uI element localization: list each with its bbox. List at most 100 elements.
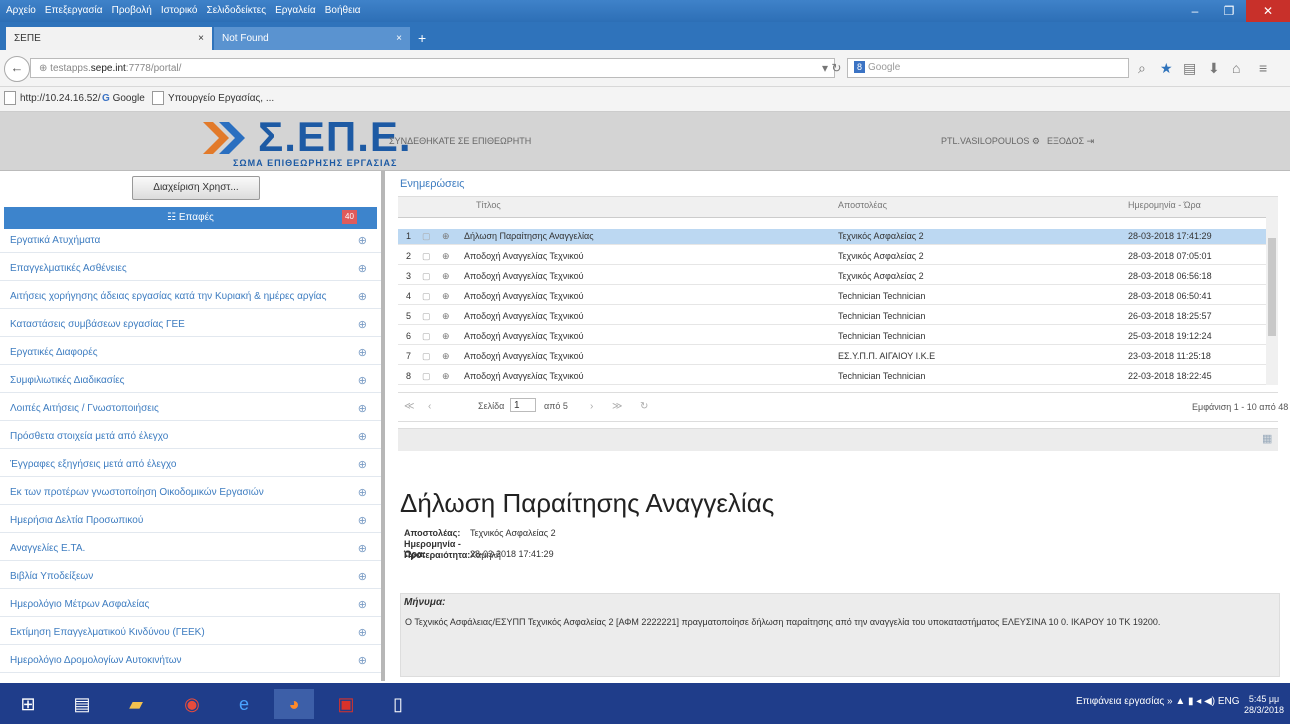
search-icon[interactable]: ⌕ bbox=[1138, 60, 1146, 76]
firefox-icon[interactable]: ◕ bbox=[274, 689, 314, 719]
row-checkbox[interactable]: ▢ bbox=[422, 231, 431, 242]
menu-bookmarks[interactable]: Σελιδοδείκτες bbox=[207, 0, 266, 22]
sidebar-item[interactable]: Καταστάσεις συμβάσεων εργασίας ΓΕΕ ⊕ bbox=[0, 314, 381, 337]
menu-help[interactable]: Βοήθεια bbox=[325, 0, 361, 22]
column-date[interactable]: Ημερομηνία - Ώρα bbox=[1128, 200, 1201, 210]
table-row[interactable]: 3 ▢ ⊕ Αποδοχή Αναγγελίας Τεχνικού Τεχνικός Α… bbox=[398, 269, 1266, 285]
tray-icons: » ▲ ▮ ◂ ◀) bbox=[1164, 696, 1218, 707]
sidebar-item[interactable]: Έγγραφες εξηγήσεις μετά από έλεγχο ⊕ bbox=[0, 454, 381, 477]
row-checkbox[interactable]: ▢ bbox=[422, 371, 431, 382]
reload-icon[interactable]: ▾ ↻ bbox=[822, 58, 841, 78]
sidebar-item[interactable]: Βιβλία Υποδείξεων ⊕ bbox=[0, 566, 381, 589]
row-number: 1 bbox=[406, 231, 412, 241]
row-checkbox[interactable]: ▢ bbox=[422, 291, 431, 302]
menu-file[interactable]: Αρχείο bbox=[6, 0, 36, 22]
user-menu[interactable]: PTL.VASILOPOULOS ⚙ bbox=[941, 136, 1040, 147]
sidebar-item[interactable]: Αναγγελίες Ε.ΤΑ. ⊕ bbox=[0, 538, 381, 561]
detail-toolbar bbox=[398, 428, 1278, 451]
menu-icon[interactable]: ≡ bbox=[1259, 60, 1267, 76]
sidebar-item-icon: ⊕ bbox=[357, 459, 367, 471]
minimize-button[interactable]: – bbox=[1178, 0, 1212, 22]
sidebar-item[interactable]: Ημερήσια Δελτία Προσωπικού ⊕ bbox=[0, 510, 381, 533]
sidebar-item-label: Αναγγελίες Ε.ΤΑ. bbox=[10, 543, 86, 554]
chrome-icon[interactable]: ◉ bbox=[172, 689, 212, 719]
sidebar-item[interactable]: Εργατικές Διαφορές ⊕ bbox=[0, 342, 381, 365]
row-date: 22-03-2018 18:22:45 bbox=[1128, 371, 1212, 381]
bookmark-label: http://10.24.16.52/ bbox=[20, 93, 101, 104]
clock[interactable]: 5:45 μμ 28/3/2018 bbox=[1244, 694, 1284, 716]
user-management-button[interactable]: Διαχείριση Χρηστ... bbox=[132, 176, 260, 200]
last-page-button[interactable]: ≫ bbox=[612, 401, 622, 412]
sidebar-item[interactable]: Λοιπές Αιτήσεις / Γνωστοποιήσεις ⊕ bbox=[0, 398, 381, 421]
reading-list-icon[interactable]: ▤ bbox=[1183, 60, 1196, 76]
sidebar-item[interactable]: Αιτήσεις χορήγησης άδειας εργασίας κατά … bbox=[0, 286, 381, 309]
prev-page-button[interactable]: ‹ bbox=[428, 401, 431, 412]
bookmark-ministry[interactable]: Υπουργείο Εργασίας, ... bbox=[152, 91, 274, 107]
sidebar-item[interactable]: Συμφιλιωτικές Διαδικασίες ⊕ bbox=[0, 370, 381, 393]
row-date: 28-03-2018 07:05:01 bbox=[1128, 251, 1212, 261]
sidebar-item[interactable]: Ημερολόγιο Μέτρων Ασφαλείας ⊕ bbox=[0, 594, 381, 617]
document-icon[interactable]: ▯ bbox=[378, 689, 418, 719]
windows-start-icon[interactable]: ⊞ bbox=[8, 689, 48, 719]
tab-title: ΣΕΠΕ bbox=[14, 33, 41, 44]
table-row[interactable]: 8 ▢ ⊕ Αποδοχή Αναγγελίας Τεχνικού Technician… bbox=[398, 369, 1266, 385]
sidebar-item[interactable]: Εκ των προτέρων γνωστοποίηση Οικοδομικών… bbox=[0, 482, 381, 505]
table-row[interactable]: 1 ▢ ⊕ Δήλωση Παραίτησης Αναγγελίας Τεχνικός … bbox=[398, 229, 1266, 245]
row-title: Αποδοχή Αναγγελίας Τεχνικού bbox=[464, 291, 584, 301]
file-explorer-icon[interactable]: ▤ bbox=[62, 689, 102, 719]
table-row[interactable]: 2 ▢ ⊕ Αποδοχή Αναγγελίας Τεχνικού Τεχνικός Α… bbox=[398, 249, 1266, 265]
refresh-icon[interactable]: ↻ bbox=[640, 401, 648, 412]
column-sender[interactable]: Αποστολέας bbox=[838, 200, 887, 210]
sidebar-item[interactable]: Επαγγελματικές Ασθένειες ⊕ bbox=[0, 258, 381, 281]
tab-close-icon[interactable]: × bbox=[396, 27, 402, 50]
menu-history[interactable]: Ιστορικό bbox=[161, 0, 198, 22]
table-row[interactable]: 5 ▢ ⊕ Αποδοχή Αναγγελίας Τεχνικού Technician… bbox=[398, 309, 1266, 325]
row-checkbox[interactable]: ▢ bbox=[422, 271, 431, 282]
maximize-button[interactable]: ❐ bbox=[1212, 0, 1246, 22]
search-input[interactable]: 8 Google bbox=[847, 58, 1129, 78]
message-icon: ⊕ bbox=[442, 271, 450, 281]
sidebar-item[interactable]: Εκτίμηση Επαγγελματικού Κινδύνου (ΓΕΕΚ) ⊕ bbox=[0, 622, 381, 645]
print-icon[interactable]: ▦ bbox=[1262, 432, 1272, 445]
sidebar-header[interactable]: ☷ Επαφές bbox=[4, 207, 377, 229]
folder-icon[interactable]: ▰ bbox=[116, 689, 156, 719]
app-icon[interactable]: ▣ bbox=[326, 689, 366, 719]
bookmark-google[interactable]: G Google bbox=[102, 91, 145, 107]
column-title[interactable]: Τίτλος bbox=[476, 200, 501, 210]
internet-explorer-icon[interactable]: e bbox=[224, 689, 264, 719]
logout-button[interactable]: ΕΞΟΔΟΣ ⇥ bbox=[1047, 136, 1094, 147]
first-page-button[interactable]: ≪ bbox=[404, 401, 414, 412]
table-row[interactable]: 4 ▢ ⊕ Αποδοχή Αναγγελίας Τεχνικού Technician… bbox=[398, 289, 1266, 305]
table-row[interactable]: 6 ▢ ⊕ Αποδοχή Αναγγελίας Τεχνικού Technician… bbox=[398, 329, 1266, 345]
tab-close-icon[interactable]: × bbox=[198, 27, 204, 50]
table-row[interactable]: 7 ▢ ⊕ Αποδοχή Αναγγελίας Τεχνικού ΕΣ.Υ.Π.Π. … bbox=[398, 349, 1266, 365]
row-checkbox[interactable]: ▢ bbox=[422, 331, 431, 342]
close-window-button[interactable]: ✕ bbox=[1246, 0, 1290, 22]
bookmark-star-icon[interactable]: ★ bbox=[1160, 60, 1173, 76]
row-checkbox[interactable]: ▢ bbox=[422, 311, 431, 322]
row-title: Αποδοχή Αναγγελίας Τεχνικού bbox=[464, 311, 584, 321]
url-bar[interactable]: ⊕ testapps.sepe.int:7778/portal/ bbox=[30, 58, 835, 78]
message-icon: ⊕ bbox=[442, 371, 450, 381]
sidebar-item[interactable]: Πρόσθετα στοιχεία μετά από έλεγχο ⊕ bbox=[0, 426, 381, 449]
grid-scrollbar-thumb[interactable] bbox=[1268, 238, 1276, 336]
menu-view[interactable]: Προβολή bbox=[112, 0, 152, 22]
sidebar-badge: 40 bbox=[342, 210, 357, 224]
sidebar-item[interactable]: Εργατικά Ατυχήματα ⊕ bbox=[0, 230, 381, 253]
menu-edit[interactable]: Επεξεργασία bbox=[45, 0, 103, 22]
bookmark-ip[interactable]: http://10.24.16.52/ bbox=[4, 91, 101, 107]
system-tray[interactable]: Επιφάνεια εργασίας » ▲ ▮ ◂ ◀) ENG bbox=[1076, 696, 1240, 707]
page-number-input[interactable]: 1 bbox=[510, 398, 536, 412]
back-button[interactable]: ← bbox=[4, 56, 30, 82]
page-icon bbox=[152, 91, 164, 106]
new-tab-button[interactable]: + bbox=[418, 27, 426, 50]
row-checkbox[interactable]: ▢ bbox=[422, 251, 431, 262]
sidebar-item[interactable]: Ημερολόγιο Δρομολογίων Αυτοκινήτων ⊕ bbox=[0, 650, 381, 673]
row-checkbox[interactable]: ▢ bbox=[422, 351, 431, 362]
download-icon[interactable]: ⬇ bbox=[1208, 60, 1220, 76]
tab-not-found[interactable]: Not Found × bbox=[214, 27, 410, 50]
next-page-button[interactable]: › bbox=[590, 401, 593, 412]
tab-sepe[interactable]: ΣΕΠΕ × bbox=[6, 27, 212, 50]
home-icon[interactable]: ⌂ bbox=[1232, 60, 1240, 76]
menu-tools[interactable]: Εργαλεία bbox=[275, 0, 316, 22]
